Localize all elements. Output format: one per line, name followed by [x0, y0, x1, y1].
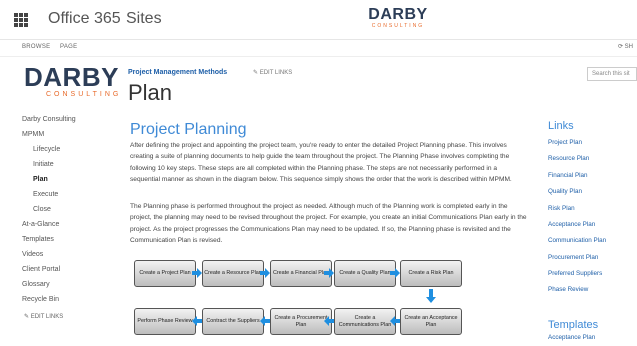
diagram-step-risk-plan: Create a Risk Plan	[400, 260, 462, 287]
arrow-right-icon	[192, 268, 202, 278]
nav-item-close[interactable]: Close	[33, 206, 51, 213]
planning-diagram: Create a Project Plan Create a Resource …	[130, 252, 462, 346]
link-preferred-suppliers[interactable]: Preferred Suppliers	[548, 270, 602, 277]
edit-links-label: EDIT LINKS	[259, 70, 293, 76]
arrow-down-icon	[426, 289, 436, 303]
templates-heading: Templates	[548, 319, 599, 331]
pencil-icon: ✎	[24, 314, 30, 320]
suite-sites-link[interactable]: Sites	[126, 10, 162, 28]
arrow-right-icon	[390, 268, 400, 278]
edit-links-top[interactable]: ✎ EDIT LINKS	[253, 69, 292, 76]
links-heading: Links	[548, 120, 574, 132]
suite-logo-text: DARBY	[368, 6, 428, 23]
template-acceptance-plan[interactable]: Acceptance Plan	[548, 334, 595, 341]
tab-page[interactable]: PAGE	[60, 44, 77, 50]
nav-item-darby-consulting[interactable]: Darby Consulting	[22, 116, 76, 123]
nav-item-lifecycle[interactable]: Lifecycle	[33, 146, 60, 153]
nav-item-client-portal[interactable]: Client Portal	[22, 266, 60, 273]
nav-item-plan[interactable]: Plan	[33, 176, 48, 183]
pencil-icon: ✎	[253, 70, 259, 76]
site-logo[interactable]: DARBY CONSULTING	[24, 62, 122, 98]
link-procurement-plan[interactable]: Procurement Plan	[548, 254, 598, 261]
diagram-step-financial-plan: Create a Financial Plan	[270, 260, 332, 287]
arrow-left-icon	[192, 316, 202, 326]
intro-paragraph: After defining the project and appointin…	[130, 142, 512, 183]
site-logo-subtext: CONSULTING	[46, 91, 122, 98]
nav-item-templates[interactable]: Templates	[22, 236, 54, 243]
diagram-step-acceptance-plan: Create an Acceptance Plan	[400, 308, 462, 335]
nav-item-at-a-glance[interactable]: At-a-Glance	[22, 221, 59, 228]
diagram-step-resource-plan: Create a Resource Plan	[202, 260, 264, 287]
diagram-step-phase-review: Perform Phase Review	[134, 308, 196, 335]
share-icon: ⟳	[617, 44, 623, 50]
diagram-step-project-plan: Create a Project Plan	[134, 260, 196, 287]
section-heading: Project Planning	[130, 121, 247, 138]
nav-item-videos[interactable]: Videos	[22, 251, 43, 258]
suite-logo-subtext: CONSULTING	[371, 23, 425, 29]
diagram-step-procurement-plan: Create a Procurement Plan	[270, 308, 332, 335]
ribbon-tabs: BROWSE PAGE ⟳ SH	[0, 40, 637, 57]
planning-paragraph: The Planning phase is performed througho…	[130, 203, 527, 244]
link-project-plan[interactable]: Project Plan	[548, 139, 582, 146]
app-launcher-icon[interactable]	[14, 13, 28, 27]
edit-links-nav-label: EDIT LINKS	[30, 314, 64, 320]
link-risk-plan[interactable]: Risk Plan	[548, 205, 575, 212]
suite-logo: DARBY CONSULTING	[363, 6, 433, 30]
share-label: SH	[624, 44, 633, 50]
search-input[interactable]: Search this sit	[587, 67, 637, 81]
diagram-step-contract-suppliers: Contract the Suppliers	[202, 308, 264, 335]
site-logo-text: DARBY	[24, 62, 119, 92]
arrow-left-icon	[390, 316, 400, 326]
nav-item-mpmm[interactable]: MPMM	[22, 131, 44, 138]
nav-item-execute[interactable]: Execute	[33, 191, 58, 198]
page-title: Plan	[128, 80, 173, 105]
diagram-step-communications-plan: Create a Communications Plan	[334, 308, 396, 335]
suite-bar: Office 365 Sites DARBY CONSULTING	[0, 0, 637, 40]
breadcrumb[interactable]: Project Management Methods	[128, 69, 227, 76]
arrow-right-icon	[324, 268, 334, 278]
tab-browse[interactable]: BROWSE	[22, 44, 50, 50]
link-quality-plan[interactable]: Quality Plan	[548, 188, 582, 195]
nav-item-glossary[interactable]: Glossary	[22, 281, 50, 288]
link-communication-plan[interactable]: Communication Plan	[548, 237, 606, 244]
nav-item-recycle-bin[interactable]: Recycle Bin	[22, 296, 59, 303]
arrow-left-icon	[260, 316, 270, 326]
arrow-left-icon	[324, 316, 334, 326]
edit-links-nav[interactable]: ✎ EDIT LINKS	[24, 313, 63, 320]
link-phase-review[interactable]: Phase Review	[548, 286, 588, 293]
share-button[interactable]: ⟳ SH	[618, 43, 633, 50]
suite-app-title[interactable]: Office 365	[48, 10, 121, 28]
link-acceptance-plan[interactable]: Acceptance Plan	[548, 221, 595, 228]
link-financial-plan[interactable]: Financial Plan	[548, 172, 588, 179]
link-resource-plan[interactable]: Resource Plan	[548, 155, 589, 162]
nav-item-initiate[interactable]: Initiate	[33, 161, 54, 168]
arrow-right-icon	[260, 268, 270, 278]
diagram-step-quality-plan: Create a Quality Plan	[334, 260, 396, 287]
